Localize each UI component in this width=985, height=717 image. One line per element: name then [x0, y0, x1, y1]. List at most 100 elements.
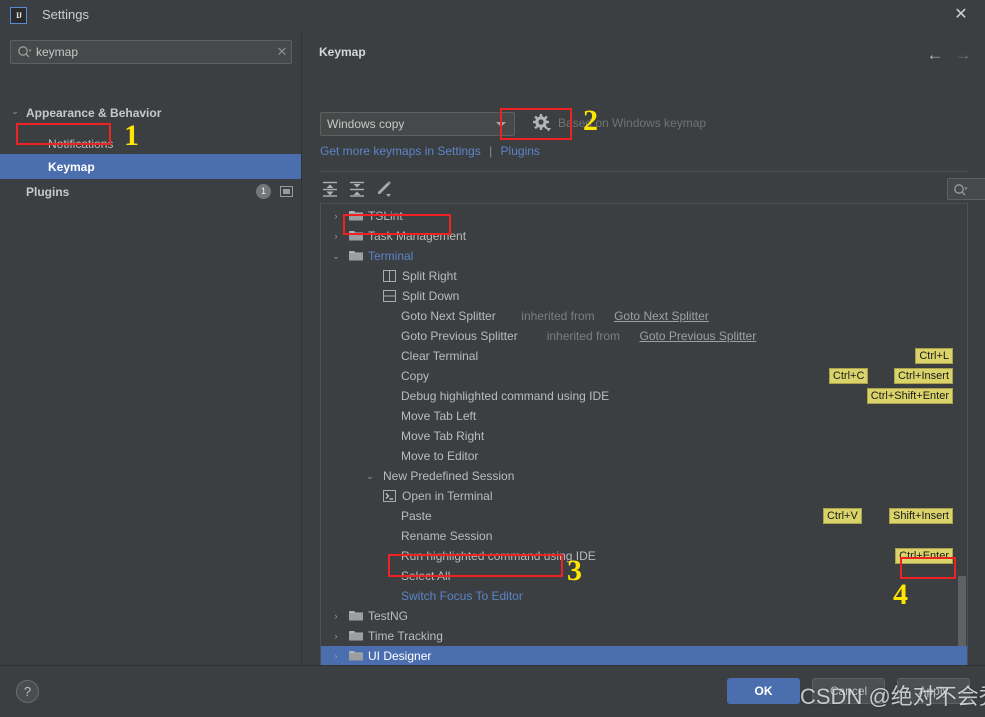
- tree-scrollbar-thumb[interactable]: [958, 576, 966, 646]
- chevron-down-icon[interactable]: ⌄: [8, 106, 22, 117]
- link-separator: |: [489, 144, 493, 158]
- tree-row-label: UI Designer: [368, 649, 432, 663]
- annotation-number: 1: [124, 119, 139, 152]
- gear-icon[interactable]: [531, 112, 553, 134]
- actions-search-box[interactable]: [947, 178, 985, 200]
- terminal-prompt-icon: [383, 490, 396, 502]
- tree-action-row[interactable]: Rename Session: [321, 526, 967, 546]
- shortcut-badge[interactable]: Ctrl+V: [822, 508, 862, 524]
- keymap-links-row: Get more keymaps in Settings | Plugins: [320, 144, 540, 158]
- tree-row-label: Goto Previous Splitter: [401, 329, 518, 343]
- tree-group-row[interactable]: › TSLint: [321, 206, 967, 226]
- edit-pencil-icon[interactable]: [374, 179, 394, 199]
- chevron-right-icon[interactable]: ›: [329, 611, 343, 621]
- tree-group-row[interactable]: › TestNG: [321, 606, 967, 626]
- shortcut-badge[interactable]: Ctrl+Shift+Enter: [866, 388, 953, 404]
- settings-dialog: IJ Settings ✕ ✕ ⌄ Appearance & Behavior No…: [0, 0, 985, 717]
- tree-action-row[interactable]: ⌄ New Predefined Session: [321, 466, 967, 486]
- tree-action-row[interactable]: Open in Terminal: [321, 486, 967, 506]
- sidebar-item-label: Appearance & Behavior: [26, 105, 162, 120]
- tree-action-row[interactable]: Goto Previous Splitter inherited from Goto…: [321, 326, 967, 346]
- expand-all-icon[interactable]: [320, 179, 340, 199]
- split-down-icon: [383, 290, 396, 302]
- tree-action-row[interactable]: Goto Next Splitter inherited from Goto Nex…: [321, 306, 967, 326]
- shortcut-badge[interactable]: Ctrl+L: [915, 348, 953, 364]
- ok-button[interactable]: OK: [727, 678, 800, 704]
- tree-row-label: Split Right: [402, 269, 457, 283]
- tree-group-row[interactable]: › Time Tracking: [321, 626, 967, 646]
- tree-scrollbar[interactable]: [956, 204, 967, 667]
- plugins-update-badge: 1: [256, 184, 271, 199]
- folder-icon: [349, 650, 363, 661]
- settings-sidebar: ✕ ⌄ Appearance & Behavior Notifications Key…: [0, 31, 302, 665]
- keymap-select[interactable]: Windows copy: [320, 112, 515, 136]
- help-button[interactable]: ?: [16, 680, 39, 703]
- open-in-window-icon[interactable]: [280, 186, 293, 197]
- split-right-icon: [383, 270, 396, 282]
- intellij-logo-icon: IJ: [10, 7, 27, 24]
- sidebar-item-keymap[interactable]: Keymap: [0, 154, 301, 179]
- annotation-number: 3: [567, 554, 582, 587]
- tree-row-label: Goto Next Splitter: [401, 309, 496, 323]
- collapse-all-icon[interactable]: [347, 179, 367, 199]
- chevron-right-icon[interactable]: ›: [329, 631, 343, 641]
- tree-action-row[interactable]: Split Right: [321, 266, 967, 286]
- watermark: CSDN @绝对不会秃: [800, 684, 985, 709]
- folder-icon: [349, 250, 363, 261]
- tree-group-row[interactable]: › UI Designer: [321, 646, 967, 666]
- shortcut-badge[interactable]: Ctrl+Insert: [893, 368, 953, 384]
- title-bar: IJ Settings ✕: [0, 0, 985, 31]
- tree-action-row[interactable]: Move Tab Right: [321, 426, 967, 446]
- tree-action-row[interactable]: Copy Ctrl+Insert Ctrl+C: [321, 366, 967, 386]
- folder-icon: [349, 630, 363, 641]
- sidebar-search-input[interactable]: [32, 45, 273, 59]
- sidebar-item-notifications[interactable]: Notifications: [0, 131, 301, 156]
- tree-row-label: Rename Session: [401, 529, 493, 543]
- tree-action-row[interactable]: Clear Terminal Ctrl+L: [321, 346, 967, 366]
- tree-action-row[interactable]: Run highlighted command using IDE Ctrl+En…: [321, 546, 967, 566]
- clear-search-icon[interactable]: ✕: [273, 44, 291, 60]
- tree-row-label: TestNG: [368, 609, 409, 623]
- tree-action-row[interactable]: Move Tab Left: [321, 406, 967, 426]
- folder-icon: [349, 610, 363, 621]
- get-more-keymaps-link[interactable]: Get more keymaps in Settings: [320, 144, 481, 158]
- inherited-from-link[interactable]: Goto Next Splitter: [614, 309, 709, 323]
- chevron-down-icon[interactable]: ⌄: [329, 251, 343, 262]
- chevron-down-icon[interactable]: ⌄: [363, 471, 377, 482]
- inherited-from-label: inherited from: [521, 309, 595, 323]
- chevron-right-icon[interactable]: ›: [329, 651, 343, 661]
- tree-row-label: Terminal: [368, 249, 414, 263]
- back-arrow-icon[interactable]: ←: [923, 43, 947, 67]
- tree-group-row[interactable]: ⌄ Terminal: [321, 246, 967, 266]
- search-icon: [953, 183, 968, 200]
- tree-row-label: Switch Focus To Editor: [401, 589, 523, 603]
- annotation-number: 4: [893, 578, 908, 611]
- tree-row-label: Paste: [401, 509, 432, 523]
- shortcut-badge[interactable]: Ctrl+Enter: [895, 548, 953, 564]
- tree-row-label: Open in Terminal: [402, 489, 493, 503]
- tree-action-row[interactable]: Paste Shift+Insert Ctrl+V: [321, 506, 967, 526]
- close-icon[interactable]: ✕: [953, 7, 969, 24]
- folder-icon: [349, 210, 363, 221]
- folder-icon: [349, 230, 363, 241]
- tree-action-row[interactable]: Select All: [321, 566, 967, 586]
- tree-group-row[interactable]: › Task Management: [321, 226, 967, 246]
- sidebar-item-appearance-behavior[interactable]: ⌄ Appearance & Behavior: [0, 100, 301, 125]
- chevron-right-icon[interactable]: ›: [329, 231, 343, 241]
- shortcut-badge[interactable]: Shift+Insert: [889, 508, 953, 524]
- chevron-right-icon[interactable]: ›: [329, 211, 343, 221]
- shortcut-badge[interactable]: Ctrl+C: [828, 368, 869, 384]
- sidebar-item-plugins[interactable]: Plugins 1: [0, 179, 301, 204]
- keymap-panel: Keymap ← → Windows copy Based on Windows…: [303, 31, 985, 668]
- keymap-actions-tree[interactable]: › TSLint › Task Management ⌄ Terminal Split Ri…: [320, 203, 968, 668]
- inherited-from-link[interactable]: Goto Previous Splitter: [640, 329, 757, 343]
- tree-action-row[interactable]: Debug highlighted command using IDE Ctrl+…: [321, 386, 967, 406]
- tree-row-label: Select All: [401, 569, 451, 583]
- tree-action-row[interactable]: Split Down: [321, 286, 967, 306]
- forward-arrow-icon[interactable]: →: [951, 43, 975, 67]
- tree-action-row[interactable]: Move to Editor: [321, 446, 967, 466]
- plugins-link[interactable]: Plugins: [501, 144, 540, 158]
- tree-action-row[interactable]: Switch Focus To Editor: [321, 586, 967, 606]
- tree-row-label: Split Down: [402, 289, 460, 303]
- sidebar-search-box[interactable]: ✕: [10, 40, 292, 64]
